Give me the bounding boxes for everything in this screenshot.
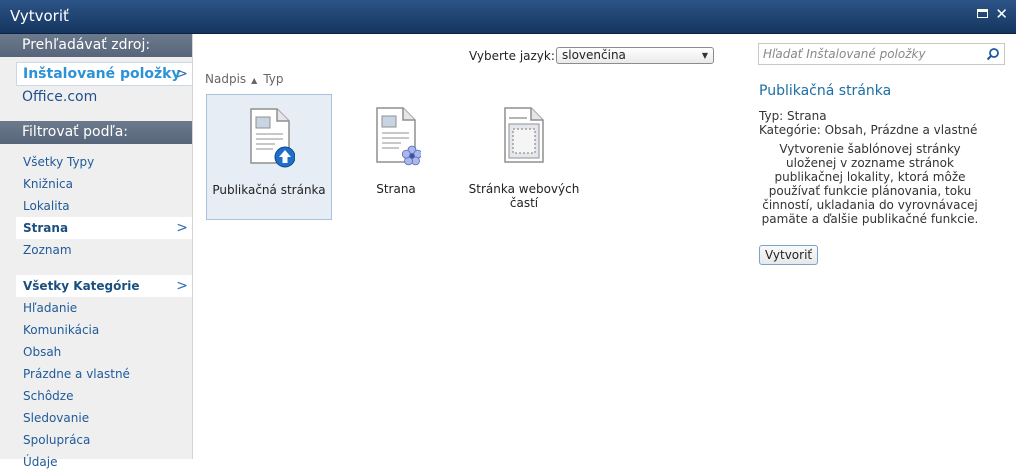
web-part-page-icon xyxy=(504,107,544,163)
chevron-right-icon: > xyxy=(176,220,188,236)
detail-description: Vytvorenie šablónovej stránky uloženej v… xyxy=(761,142,979,226)
filter-category-meetings[interactable]: Schôdze xyxy=(0,385,192,407)
filter-category-collaboration[interactable]: Spolupráca xyxy=(0,429,192,451)
search-placeholder: Hľadať Inštalované položky xyxy=(763,47,926,61)
search-input[interactable]: Hľadať Inštalované položky xyxy=(758,43,1005,65)
detail-title: Publikačná stránka xyxy=(759,83,892,99)
filter-category-tracking[interactable]: Sledovanie xyxy=(0,407,192,429)
chevron-right-icon: > xyxy=(176,278,188,294)
tile-label: Publikačná stránka xyxy=(212,183,326,197)
filter-type-page[interactable]: Strana > xyxy=(16,217,192,239)
source-installed-items[interactable]: Inštalované položky > xyxy=(16,62,192,86)
source-installed-label: Inštalované položky xyxy=(23,66,181,82)
filter-type-list[interactable]: Zoznam xyxy=(0,239,192,261)
filter-type-site[interactable]: Lokalita xyxy=(0,195,192,217)
filter-category-all-label: Všetky Kategórie xyxy=(23,279,140,293)
window-title: Vytvoriť xyxy=(10,7,69,25)
filter-heading: Filtrovať podľa: xyxy=(0,121,192,144)
tile-publishing-page[interactable]: Publikačná stránka xyxy=(206,94,332,220)
language-select[interactable]: slovenčina ▼ xyxy=(556,47,714,64)
filter-type-page-label: Strana xyxy=(23,221,69,235)
detail-pane: Hľadať Inštalované položky Publikačná st… xyxy=(754,34,1016,459)
tile-label: Strana xyxy=(376,182,416,196)
title-bar: Vytvoriť ✕ xyxy=(0,0,1016,34)
filter-category-blank-custom[interactable]: Prázdne a vlastné xyxy=(0,363,192,385)
tile-web-part-page[interactable]: Stránka webových častí xyxy=(461,94,587,220)
sort-bar: Nadpis ▲ Typ xyxy=(205,72,284,86)
search-icon[interactable] xyxy=(986,47,1000,61)
page-template-icon xyxy=(376,107,421,166)
source-office-com[interactable]: Office.com xyxy=(16,86,192,108)
filter-category-data[interactable]: Údaje xyxy=(0,451,192,473)
sort-by-title[interactable]: Nadpis xyxy=(205,72,246,86)
sort-by-type[interactable]: Typ xyxy=(263,72,283,86)
language-label: Vyberte jazyk: xyxy=(469,49,555,63)
dropdown-arrow-icon: ▼ xyxy=(701,51,708,60)
chevron-right-icon: > xyxy=(176,66,188,82)
sidebar: Prehľadávať zdroj: Inštalované položky >… xyxy=(0,34,193,469)
filter-type-all[interactable]: Všetky Typy xyxy=(0,151,192,173)
detail-meta: Typ: Strana Kategórie: Obsah, Prázdne a … xyxy=(759,109,977,137)
detail-categories: Kategórie: Obsah, Prázdne a vlastné xyxy=(759,123,978,137)
publishing-page-icon xyxy=(250,108,295,168)
filter-category-all[interactable]: Všetky Kategórie > xyxy=(16,275,192,297)
create-button[interactable]: Vytvoriť xyxy=(759,245,819,265)
sort-ascending-icon: ▲ xyxy=(251,76,258,85)
close-icon[interactable]: ✕ xyxy=(995,5,1008,23)
detail-type: Typ: Strana xyxy=(759,109,827,123)
tile-page[interactable]: Strana xyxy=(333,94,459,220)
filter-category-content[interactable]: Obsah xyxy=(0,341,192,363)
filter-category-communication[interactable]: Komunikácia xyxy=(0,319,192,341)
filter-type-library[interactable]: Knižnica xyxy=(0,173,192,195)
filter-category-search[interactable]: Hľadanie xyxy=(0,297,192,319)
main-panel: Vyberte jazyk: slovenčina ▼ Nadpis ▲ Typ P… xyxy=(193,34,753,459)
maximize-icon[interactable] xyxy=(977,9,988,18)
language-value: slovenčina xyxy=(562,48,626,62)
tile-label: Stránka webových častí xyxy=(468,182,580,210)
browse-heading: Prehľadávať zdroj: xyxy=(0,34,192,57)
